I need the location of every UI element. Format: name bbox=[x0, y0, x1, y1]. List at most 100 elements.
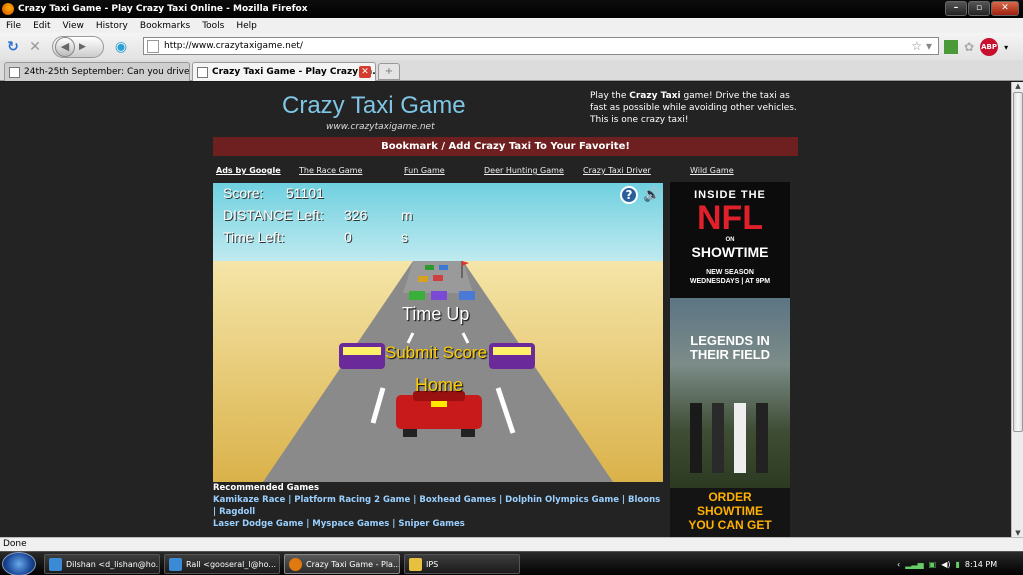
maximize-button[interactable]: ▫ bbox=[968, 1, 990, 16]
taskbar-item[interactable]: IPS bbox=[404, 554, 520, 574]
sound-icon[interactable]: 🔊 bbox=[643, 187, 660, 203]
network-icon[interactable]: ▣ bbox=[929, 560, 937, 569]
menu-bar: File Edit View History Bookmarks Tools H… bbox=[0, 18, 1023, 33]
taskbar-item-active[interactable]: Crazy Taxi Game - Pla... bbox=[284, 554, 400, 574]
firefox-icon bbox=[289, 557, 302, 571]
ad-order-get: YOU CAN GET bbox=[688, 518, 772, 532]
address-bar[interactable]: http://www.crazytaxigame.net/ ☆ ▾ bbox=[143, 37, 939, 55]
road-graphic bbox=[263, 261, 613, 482]
back-forward-buttons: ◀ ▶ bbox=[52, 35, 104, 58]
ad-panel-legends: LEGENDS IN THEIR FIELD bbox=[670, 298, 790, 488]
ad-link[interactable]: The Race Game bbox=[299, 166, 362, 175]
close-tab-icon[interactable]: ✕ bbox=[359, 66, 371, 78]
window-title: Crazy Taxi Game - Play Crazy Taxi Online… bbox=[18, 4, 308, 14]
tab-crazy-taxi[interactable]: Crazy Taxi Game - Play Crazy Ta... ✕ bbox=[192, 62, 376, 81]
windows-taskbar: Dilshan <d_lishan@ho... Rall <gooseral_l… bbox=[0, 551, 1023, 575]
toolbar-chevron-icon[interactable]: ▾ bbox=[1004, 43, 1008, 52]
home-button[interactable]: Home bbox=[415, 375, 463, 396]
distance-unit: m bbox=[401, 207, 413, 223]
scrollbar-thumb[interactable] bbox=[1013, 92, 1023, 432]
tab-label: Crazy Taxi Game - Play Crazy Ta... bbox=[212, 67, 376, 77]
site-url: www.crazytaxigame.net bbox=[326, 122, 435, 132]
new-tab-button[interactable]: + bbox=[378, 63, 400, 80]
time-up-text: Time Up bbox=[402, 304, 470, 324]
game-link[interactable]: Platform Racing 2 Game bbox=[294, 495, 410, 505]
distance-value: 326 bbox=[344, 207, 368, 223]
page-icon bbox=[147, 39, 159, 53]
game-link[interactable]: Ragdoll bbox=[219, 507, 255, 517]
submit-score-button[interactable]: Submit Score bbox=[385, 343, 487, 363]
start-button[interactable] bbox=[2, 552, 36, 575]
game-link[interactable]: Sniper Games bbox=[398, 519, 464, 529]
taskbar-item[interactable]: Rall <gooseral_l@ho... bbox=[164, 554, 280, 574]
battery-icon[interactable]: ▮ bbox=[956, 560, 960, 569]
menu-tools[interactable]: Tools bbox=[196, 21, 230, 31]
game-link[interactable]: Boxhead Games bbox=[419, 495, 496, 505]
navigation-toolbar: ↻ ✕ ◀ ▶ ◉ http://www.crazytaxigame.net/ … bbox=[0, 33, 1023, 60]
adblock-icon[interactable]: ABP bbox=[980, 38, 999, 56]
bookmark-banner[interactable]: Bookmark / Add Crazy Taxi To Your Favori… bbox=[213, 137, 798, 156]
game-link[interactable]: Dolphin Olympics Game bbox=[505, 495, 619, 505]
game-link[interactable]: Bloons bbox=[628, 495, 660, 505]
settings-icon[interactable]: ✿ bbox=[964, 40, 974, 54]
signal-icon[interactable]: ▂▃▅ bbox=[905, 560, 923, 569]
menu-view[interactable]: View bbox=[57, 21, 90, 31]
time-value: 0 bbox=[344, 229, 352, 245]
vertical-scrollbar[interactable]: ▲ ▼ bbox=[1011, 82, 1023, 537]
score-label: Score: bbox=[223, 185, 264, 201]
ad-panel-nfl: INSIDE THE NFL ON SHOWTIME NEW SEASON WE… bbox=[670, 182, 790, 298]
site-description: Play the Crazy Taxi game! Drive the taxi… bbox=[590, 91, 797, 125]
recommended-title: Recommended Games bbox=[213, 483, 320, 493]
recommended-links: Kamikaze Race | Platform Racing 2 Game |… bbox=[213, 495, 661, 529]
ad-link[interactable]: Crazy Taxi Driver bbox=[583, 166, 651, 175]
close-button[interactable]: ✕ bbox=[991, 1, 1019, 16]
site-title[interactable]: Crazy Taxi Game bbox=[282, 92, 466, 120]
back-button[interactable]: ◀ bbox=[55, 36, 75, 57]
reload-icon[interactable]: ↻ bbox=[4, 38, 22, 56]
menu-file[interactable]: File bbox=[0, 21, 27, 31]
ad-showtime-logo: SHOWTIME bbox=[691, 244, 769, 260]
forward-button[interactable]: ▶ bbox=[79, 42, 86, 52]
ad-players-image bbox=[690, 403, 770, 473]
tab-favicon bbox=[197, 66, 208, 78]
ad-order: ORDER bbox=[708, 490, 752, 504]
ad-schedule: WEDNESDAYS | AT 9PM bbox=[689, 278, 771, 285]
game-link[interactable]: Kamikaze Race bbox=[213, 495, 285, 505]
help-icon[interactable]: ? bbox=[620, 186, 638, 204]
game-link[interactable]: Laser Dodge Game bbox=[213, 519, 303, 529]
page-content: Crazy Taxi Game www.crazytaxigame.net Pl… bbox=[0, 82, 1011, 537]
clock[interactable]: 8:14 PM bbox=[965, 560, 997, 569]
menu-history[interactable]: History bbox=[90, 21, 134, 31]
minimize-button[interactable]: – bbox=[945, 1, 967, 16]
scroll-down-icon[interactable]: ▼ bbox=[1012, 529, 1023, 537]
time-unit: s bbox=[401, 229, 408, 245]
tab-favicon bbox=[9, 66, 20, 78]
recommended-games: Recommended Games Kamikaze Race | Platfo… bbox=[213, 483, 663, 530]
tab-can-you-drive[interactable]: 24th-25th September: Can you drive a ... bbox=[4, 62, 190, 81]
ad-link[interactable]: Deer Hunting Game bbox=[484, 166, 564, 175]
ad-nfl: NFL bbox=[696, 199, 764, 237]
ads-by-google[interactable]: Ads by Google bbox=[216, 166, 281, 175]
showtime-advertisement[interactable]: INSIDE THE NFL ON SHOWTIME NEW SEASON WE… bbox=[670, 182, 790, 537]
scroll-up-icon[interactable]: ▲ bbox=[1012, 82, 1023, 90]
game-link[interactable]: Myspace Games bbox=[312, 519, 389, 529]
menu-help[interactable]: Help bbox=[230, 21, 263, 31]
address-url: http://www.crazytaxigame.net/ bbox=[164, 41, 303, 51]
bookmark-star-icon[interactable]: ☆ ▾ bbox=[911, 39, 932, 53]
ad-link[interactable]: Fun Game bbox=[404, 166, 445, 175]
ad-order-showtime: SHOWTIME bbox=[697, 504, 763, 518]
ad-season: NEW SEASON bbox=[706, 269, 754, 276]
stop-icon[interactable]: ✕ bbox=[26, 38, 44, 56]
taskbar-item[interactable]: Dilshan <d_lishan@ho... bbox=[44, 554, 160, 574]
menu-bookmarks[interactable]: Bookmarks bbox=[134, 21, 196, 31]
ad-legends: LEGENDS IN THEIR FIELD bbox=[689, 333, 771, 362]
addon-icon[interactable]: ◉ bbox=[112, 38, 130, 56]
menu-edit[interactable]: Edit bbox=[27, 21, 56, 31]
ad-link[interactable]: Wild Game bbox=[690, 166, 734, 175]
volume-icon[interactable]: ◀) bbox=[941, 560, 950, 569]
download-icon[interactable] bbox=[944, 40, 958, 54]
system-tray: ‹ ▂▃▅ ▣ ◀) ▮ 8:14 PM bbox=[895, 554, 1023, 574]
time-label: Time Left: bbox=[223, 229, 285, 245]
game-canvas[interactable]: Score: 51101 DISTANCE Left: 326 m Time L… bbox=[213, 183, 663, 482]
tray-expand-icon[interactable]: ‹ bbox=[897, 560, 900, 569]
